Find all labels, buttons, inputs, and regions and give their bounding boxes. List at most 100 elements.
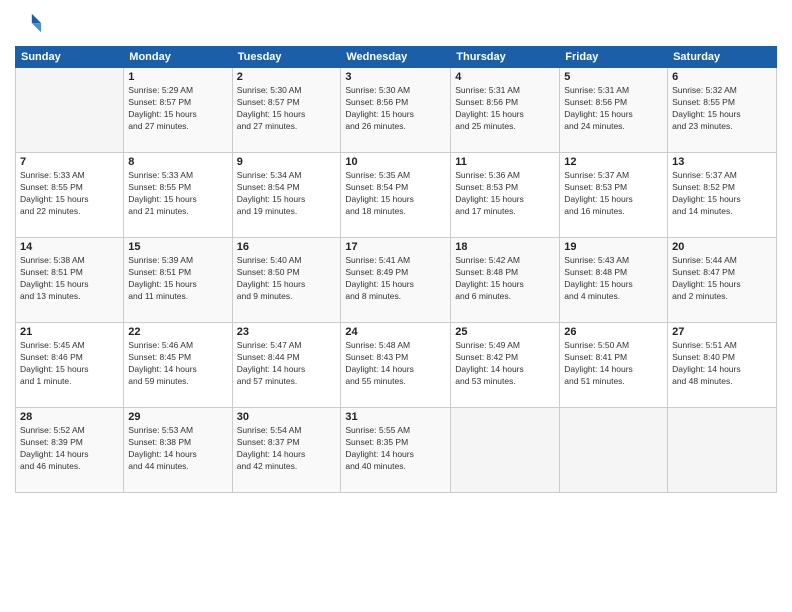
day-info: Sunrise: 5:31 AMSunset: 8:56 PMDaylight:… <box>564 85 663 133</box>
day-number: 29 <box>128 411 227 423</box>
day-info: Sunrise: 5:37 AMSunset: 8:53 PMDaylight:… <box>564 170 663 218</box>
day-info: Sunrise: 5:49 AMSunset: 8:42 PMDaylight:… <box>455 340 555 388</box>
calendar-cell <box>560 408 668 493</box>
day-number: 15 <box>128 241 227 253</box>
day-number: 14 <box>20 241 119 253</box>
day-number: 3 <box>345 71 446 83</box>
day-number: 9 <box>237 156 337 168</box>
calendar-cell: 29 Sunrise: 5:53 AMSunset: 8:38 PMDayligh… <box>124 408 232 493</box>
calendar-cell: 11 Sunrise: 5:36 AMSunset: 8:53 PMDayligh… <box>451 153 560 238</box>
day-info: Sunrise: 5:42 AMSunset: 8:48 PMDaylight:… <box>455 255 555 303</box>
day-number: 7 <box>20 156 119 168</box>
day-info: Sunrise: 5:29 AMSunset: 8:57 PMDaylight:… <box>128 85 227 133</box>
logo <box>15 10 47 38</box>
day-number: 5 <box>564 71 663 83</box>
calendar-cell: 16 Sunrise: 5:40 AMSunset: 8:50 PMDayligh… <box>232 238 341 323</box>
calendar-cell: 22 Sunrise: 5:46 AMSunset: 8:45 PMDayligh… <box>124 323 232 408</box>
day-number: 17 <box>345 241 446 253</box>
day-info: Sunrise: 5:53 AMSunset: 8:38 PMDaylight:… <box>128 425 227 473</box>
day-info: Sunrise: 5:48 AMSunset: 8:43 PMDaylight:… <box>345 340 446 388</box>
calendar-cell: 9 Sunrise: 5:34 AMSunset: 8:54 PMDaylight… <box>232 153 341 238</box>
calendar-cell: 8Sunrise: 5:33 AMSunset: 8:55 PMDaylight… <box>124 153 232 238</box>
day-info: Sunrise: 5:37 AMSunset: 8:52 PMDaylight:… <box>672 170 772 218</box>
day-info: Sunrise: 5:45 AMSunset: 8:46 PMDaylight:… <box>20 340 119 388</box>
day-number: 22 <box>128 326 227 338</box>
day-info: Sunrise: 5:34 AMSunset: 8:54 PMDaylight:… <box>237 170 337 218</box>
week-row-5: 28 Sunrise: 5:52 AMSunset: 8:39 PMDayligh… <box>16 408 777 493</box>
day-info: Sunrise: 5:30 AMSunset: 8:56 PMDaylight:… <box>345 85 446 133</box>
day-number: 30 <box>237 411 337 423</box>
calendar-table: SundayMondayTuesdayWednesdayThursdayFrid… <box>15 46 777 493</box>
day-info: Sunrise: 5:44 AMSunset: 8:47 PMDaylight:… <box>672 255 772 303</box>
week-row-2: 7 Sunrise: 5:33 AMSunset: 8:55 PMDaylight… <box>16 153 777 238</box>
week-row-3: 14 Sunrise: 5:38 AMSunset: 8:51 PMDayligh… <box>16 238 777 323</box>
calendar-cell: 6 Sunrise: 5:32 AMSunset: 8:55 PMDaylight… <box>668 68 777 153</box>
day-number: 27 <box>672 326 772 338</box>
day-info: Sunrise: 5:39 AMSunset: 8:51 PMDaylight:… <box>128 255 227 303</box>
calendar-cell: 26Sunrise: 5:50 AMSunset: 8:41 PMDayligh… <box>560 323 668 408</box>
header-day-saturday: Saturday <box>668 47 777 68</box>
calendar-cell: 15 Sunrise: 5:39 AMSunset: 8:51 PMDayligh… <box>124 238 232 323</box>
calendar-cell <box>16 68 124 153</box>
page: SundayMondayTuesdayWednesdayThursdayFrid… <box>0 0 792 612</box>
day-info: Sunrise: 5:33 AMSunset: 8:55 PMDaylight:… <box>20 170 119 218</box>
day-number: 21 <box>20 326 119 338</box>
calendar-cell: 14 Sunrise: 5:38 AMSunset: 8:51 PMDayligh… <box>16 238 124 323</box>
logo-icon <box>15 10 43 38</box>
calendar-cell: 21 Sunrise: 5:45 AMSunset: 8:46 PMDayligh… <box>16 323 124 408</box>
day-info: Sunrise: 5:41 AMSunset: 8:49 PMDaylight:… <box>345 255 446 303</box>
day-number: 6 <box>672 71 772 83</box>
week-row-4: 21 Sunrise: 5:45 AMSunset: 8:46 PMDayligh… <box>16 323 777 408</box>
day-info: Sunrise: 5:40 AMSunset: 8:50 PMDaylight:… <box>237 255 337 303</box>
day-number: 16 <box>237 241 337 253</box>
day-info: Sunrise: 5:47 AMSunset: 8:44 PMDaylight:… <box>237 340 337 388</box>
day-info: Sunrise: 5:38 AMSunset: 8:51 PMDaylight:… <box>20 255 119 303</box>
day-info: Sunrise: 5:32 AMSunset: 8:55 PMDaylight:… <box>672 85 772 133</box>
calendar-cell: 13Sunrise: 5:37 AMSunset: 8:52 PMDayligh… <box>668 153 777 238</box>
day-info: Sunrise: 5:31 AMSunset: 8:56 PMDaylight:… <box>455 85 555 133</box>
calendar-cell: 5 Sunrise: 5:31 AMSunset: 8:56 PMDaylight… <box>560 68 668 153</box>
calendar-cell: 24 Sunrise: 5:48 AMSunset: 8:43 PMDayligh… <box>341 323 451 408</box>
day-info: Sunrise: 5:51 AMSunset: 8:40 PMDaylight:… <box>672 340 772 388</box>
day-number: 2 <box>237 71 337 83</box>
calendar-cell: 1 Sunrise: 5:29 AMSunset: 8:57 PMDaylight… <box>124 68 232 153</box>
calendar-cell: 27 Sunrise: 5:51 AMSunset: 8:40 PMDayligh… <box>668 323 777 408</box>
calendar-cell: 3 Sunrise: 5:30 AMSunset: 8:56 PMDaylight… <box>341 68 451 153</box>
header-day-monday: Monday <box>124 47 232 68</box>
calendar-cell: 4 Sunrise: 5:31 AMSunset: 8:56 PMDaylight… <box>451 68 560 153</box>
day-number: 28 <box>20 411 119 423</box>
day-info: Sunrise: 5:36 AMSunset: 8:53 PMDaylight:… <box>455 170 555 218</box>
day-info: Sunrise: 5:46 AMSunset: 8:45 PMDaylight:… <box>128 340 227 388</box>
day-number: 31 <box>345 411 446 423</box>
day-number: 19 <box>564 241 663 253</box>
header-day-sunday: Sunday <box>16 47 124 68</box>
day-info: Sunrise: 5:43 AMSunset: 8:48 PMDaylight:… <box>564 255 663 303</box>
day-number: 20 <box>672 241 772 253</box>
day-number: 4 <box>455 71 555 83</box>
day-number: 12 <box>564 156 663 168</box>
calendar-cell: 17 Sunrise: 5:41 AMSunset: 8:49 PMDayligh… <box>341 238 451 323</box>
day-number: 10 <box>345 156 446 168</box>
calendar-cell: 19 Sunrise: 5:43 AMSunset: 8:48 PMDayligh… <box>560 238 668 323</box>
header <box>15 10 777 38</box>
day-number: 26 <box>564 326 663 338</box>
calendar-cell: 28 Sunrise: 5:52 AMSunset: 8:39 PMDayligh… <box>16 408 124 493</box>
day-number: 1 <box>128 71 227 83</box>
week-row-1: 1 Sunrise: 5:29 AMSunset: 8:57 PMDaylight… <box>16 68 777 153</box>
header-day-wednesday: Wednesday <box>341 47 451 68</box>
calendar-cell <box>668 408 777 493</box>
calendar-cell: 30Sunrise: 5:54 AMSunset: 8:37 PMDayligh… <box>232 408 341 493</box>
day-info: Sunrise: 5:55 AMSunset: 8:35 PMDaylight:… <box>345 425 446 473</box>
calendar-cell: 18Sunrise: 5:42 AMSunset: 8:48 PMDayligh… <box>451 238 560 323</box>
calendar-cell: 2 Sunrise: 5:30 AMSunset: 8:57 PMDaylight… <box>232 68 341 153</box>
header-day-friday: Friday <box>560 47 668 68</box>
calendar-cell: 12 Sunrise: 5:37 AMSunset: 8:53 PMDayligh… <box>560 153 668 238</box>
day-info: Sunrise: 5:52 AMSunset: 8:39 PMDaylight:… <box>20 425 119 473</box>
day-number: 24 <box>345 326 446 338</box>
day-number: 23 <box>237 326 337 338</box>
day-number: 11 <box>455 156 555 168</box>
calendar-cell <box>451 408 560 493</box>
day-info: Sunrise: 5:30 AMSunset: 8:57 PMDaylight:… <box>237 85 337 133</box>
calendar-cell: 23 Sunrise: 5:47 AMSunset: 8:44 PMDayligh… <box>232 323 341 408</box>
day-number: 25 <box>455 326 555 338</box>
